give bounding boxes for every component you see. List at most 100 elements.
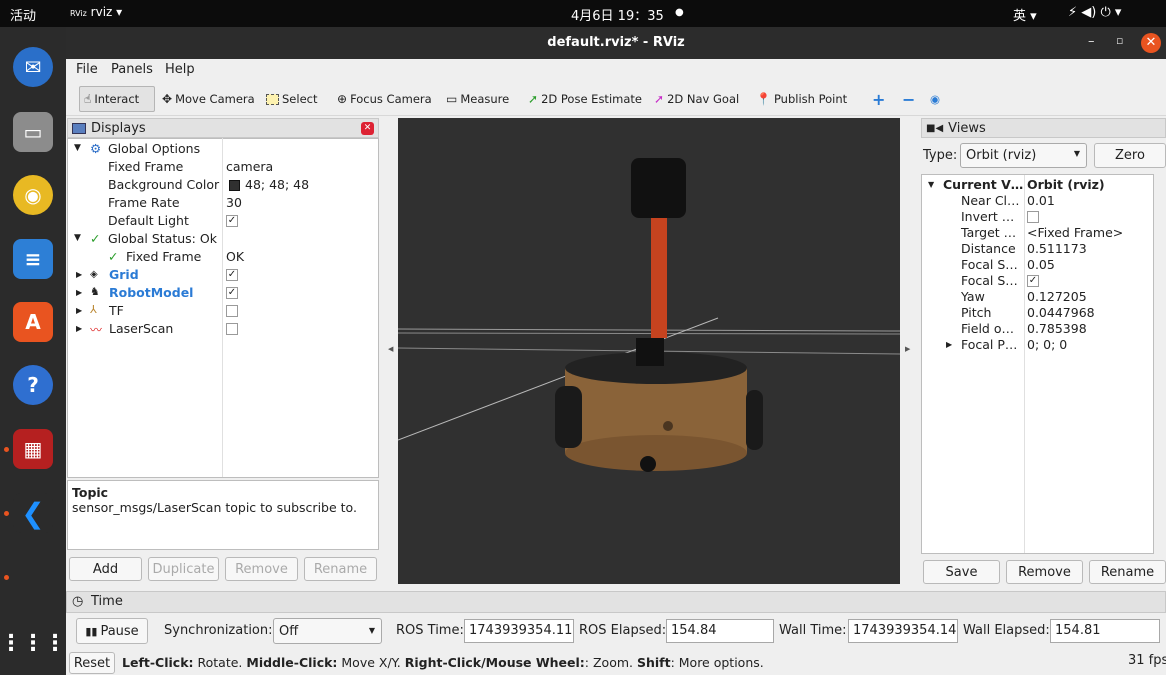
rviz-dock-icon[interactable]: ▦	[13, 429, 53, 469]
minimize-icon[interactable]: –	[1088, 34, 1095, 49]
pause-button[interactable]: ▮▮ Pause	[76, 618, 148, 644]
select-icon	[266, 93, 279, 105]
close-icon[interactable]: ✕	[1141, 33, 1161, 53]
clock[interactable]: 4月6日 19：35	[571, 5, 664, 24]
toolbar: ☝ Interact ✥ Move Camera Select ⊕ Focus Cam…	[66, 82, 1166, 116]
robot-mast	[651, 212, 667, 338]
measure-tool[interactable]: ▭ Measure	[442, 86, 513, 112]
focal-shape-checkbox[interactable]: ✓	[1027, 275, 1039, 287]
wall-time-label: Wall Time:	[779, 623, 847, 638]
select-tool[interactable]: Select	[262, 86, 321, 112]
views-header: ■◀ Views	[921, 118, 1166, 138]
default-light-checkbox[interactable]: ✓	[226, 215, 238, 227]
system-tray[interactable]: ⚡ ◀) ⏻ ▾	[1068, 5, 1121, 20]
input-method[interactable]: 英 ▾	[1013, 5, 1037, 24]
app-menu[interactable]: RViz rviz ▾	[70, 5, 122, 19]
files-icon[interactable]: ▭	[13, 112, 53, 152]
view-properties-tree[interactable]: ▼ Current V… Orbit (rviz) Near Cl… 0.01 I…	[921, 174, 1154, 554]
focus-icon: ⊕	[337, 92, 348, 106]
column-divider[interactable]	[222, 138, 223, 477]
fixed-frame-value[interactable]: camera	[226, 159, 273, 174]
window-titlebar[interactable]: default.rviz* - RViz – ▫ ✕	[66, 27, 1166, 59]
help-icon[interactable]: ?	[13, 365, 53, 405]
duplicate-button[interactable]: Duplicate	[148, 557, 219, 581]
mast-base-block	[636, 338, 664, 366]
displays-title: Displays	[91, 120, 146, 136]
move-camera-tool[interactable]: ✥ Move Camera	[158, 86, 259, 112]
add-button[interactable]: Add	[69, 557, 142, 581]
ros-time-field[interactable]: 1743939354.11	[464, 619, 574, 643]
system-top-bar: 活动 RViz rviz ▾ 4月6日 19：35 ● 英 ▾ ⚡ ◀) ⏻ ▾	[0, 0, 1166, 27]
laserscan-checkbox[interactable]	[226, 323, 238, 335]
pose-estimate-tool[interactable]: ➚ 2D Pose Estimate	[524, 86, 646, 112]
robot-base-bottom	[565, 435, 747, 471]
menu-panels[interactable]: Panels	[111, 62, 153, 77]
remove-tool-button[interactable]: −	[898, 86, 919, 112]
tree-row-global-options[interactable]: ▼ ⚙ Global Options	[68, 140, 378, 158]
tf-checkbox[interactable]	[226, 305, 238, 317]
zero-button[interactable]: Zero	[1094, 143, 1166, 168]
tree-row-global-status[interactable]: ▼ ✓ Global Status: Ok	[68, 230, 378, 248]
robotmodel-checkbox[interactable]: ✓	[226, 287, 238, 299]
panel-close-icon[interactable]: ✕	[361, 122, 374, 135]
writer-icon[interactable]: ≡	[13, 239, 53, 279]
render-viewport[interactable]	[398, 118, 900, 584]
expand-arrow-icon[interactable]: ▶	[76, 270, 82, 279]
focus-camera-tool[interactable]: ⊕ Focus Camera	[333, 86, 436, 112]
remove-button[interactable]: Remove	[225, 557, 298, 581]
grid-line	[398, 332, 900, 335]
rhythmbox-icon[interactable]: ◉	[13, 175, 53, 215]
running-indicator	[4, 511, 9, 516]
publish-point-tool[interactable]: 📍 Publish Point	[752, 86, 851, 112]
maximize-icon[interactable]: ▫	[1116, 34, 1123, 47]
robot-icon: ♞	[90, 285, 100, 298]
menu-help[interactable]: Help	[165, 62, 195, 77]
activities-button[interactable]: 活动	[10, 5, 36, 24]
view-rename-button[interactable]: Rename	[1089, 560, 1166, 584]
ros-elapsed-field[interactable]: 154.84	[666, 619, 774, 643]
expand-arrow-icon[interactable]: ▼	[74, 233, 81, 243]
magenta-arrow-icon: ➚	[654, 92, 665, 106]
collapse-left-arrow-icon[interactable]: ◀	[388, 345, 393, 353]
reset-button[interactable]: Reset	[69, 652, 115, 674]
add-tool-button[interactable]: +	[868, 86, 889, 112]
expand-arrow-icon[interactable]: ▶	[76, 288, 82, 297]
eye-icon[interactable]: ◉	[926, 86, 944, 112]
expand-arrow-icon[interactable]: ▼	[928, 180, 934, 189]
invert-checkbox[interactable]	[1027, 211, 1039, 223]
thunderbird-icon[interactable]: ✉	[13, 47, 53, 87]
expand-arrow-icon[interactable]: ▶	[76, 306, 82, 315]
tree-row-fixed-frame[interactable]: Fixed Frame camera	[68, 158, 378, 176]
rename-button[interactable]: Rename	[304, 557, 377, 581]
grid-checkbox[interactable]: ✓	[226, 269, 238, 281]
menu-file[interactable]: File	[76, 62, 98, 77]
tree-row-robotmodel[interactable]: ▶ ♞ RobotModel ✓	[68, 284, 378, 302]
tree-row-frame-rate[interactable]: Frame Rate 30	[68, 194, 378, 212]
expand-arrow-icon[interactable]: ▶	[946, 340, 952, 349]
nav-goal-tool[interactable]: ➚ 2D Nav Goal	[650, 86, 743, 112]
tree-row-laserscan[interactable]: ▶ 〰 LaserScan	[68, 320, 378, 338]
color-swatch[interactable]	[229, 180, 240, 191]
app-grid-icon[interactable]: ⋮⋮⋮	[0, 623, 66, 663]
vscode-icon[interactable]: ❮	[13, 493, 53, 533]
tree-row-background-color[interactable]: Background Color 48; 48; 48	[68, 176, 378, 194]
sync-select[interactable]: Off ▼	[273, 618, 382, 644]
software-icon[interactable]: A	[13, 302, 53, 342]
tree-row-grid[interactable]: ▶ ◈ Grid ✓	[68, 266, 378, 284]
expand-arrow-icon[interactable]: ▼	[74, 143, 81, 153]
view-remove-button[interactable]: Remove	[1006, 560, 1083, 584]
views-title: Views	[948, 120, 986, 136]
wall-time-field[interactable]: 1743939354.14	[848, 619, 958, 643]
view-save-button[interactable]: Save	[923, 560, 1000, 584]
scene[interactable]	[398, 118, 900, 584]
expand-arrow-icon[interactable]: ▶	[76, 324, 82, 333]
displays-tree[interactable]: ▼ ⚙ Global Options Fixed Frame camera Ba…	[67, 138, 379, 478]
tree-row-default-light[interactable]: Default Light ✓	[68, 212, 378, 230]
interact-tool[interactable]: ☝ Interact	[79, 86, 155, 112]
tree-row-status-fixed-frame[interactable]: ✓ Fixed Frame OK	[68, 248, 378, 266]
view-type-select[interactable]: Orbit (rviz) ▼	[960, 143, 1087, 168]
collapse-right-arrow-icon[interactable]: ▶	[905, 345, 910, 353]
tree-row-tf[interactable]: ▶ ⅄ TF	[68, 302, 378, 320]
wall-elapsed-field[interactable]: 154.81	[1050, 619, 1160, 643]
green-arrow-icon: ➚	[528, 92, 539, 106]
